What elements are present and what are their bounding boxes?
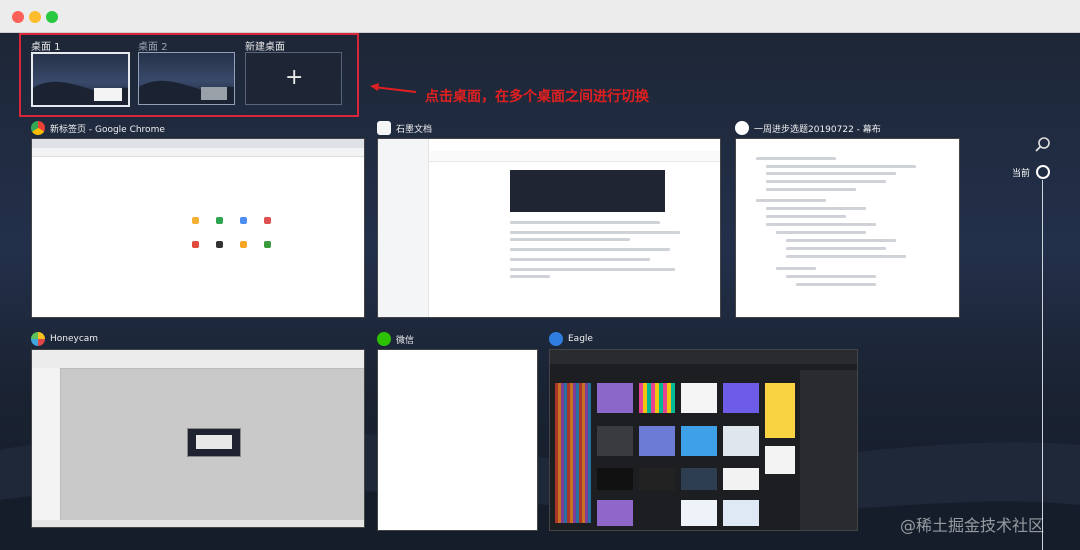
- window-label-chrome: 新标签页 - Google Chrome: [31, 121, 165, 135]
- new-desktop-label: 新建桌面: [245, 42, 285, 53]
- close-window-button[interactable]: [12, 11, 24, 23]
- window-label-mubu: 一周进步选题20190722 - 幕布: [735, 121, 881, 135]
- wechat-icon: [377, 332, 391, 346]
- window-thumbnail-honeycam[interactable]: [31, 349, 365, 528]
- honeycam-icon: [31, 332, 45, 346]
- shimo-toolbar: [429, 151, 720, 162]
- new-desktop-button[interactable]: +: [245, 52, 342, 105]
- desktop-1-label: 桌面 1: [31, 42, 61, 53]
- zoom-window-button[interactable]: [46, 11, 58, 23]
- desktop-2-label: 桌面 2: [138, 42, 168, 53]
- chrome-icon: [31, 121, 45, 135]
- chrome-tabbar: [32, 139, 364, 148]
- chrome-bookmarks: [32, 148, 364, 157]
- eagle-inspector: [800, 370, 857, 530]
- honeycam-preview: [187, 428, 241, 457]
- window-label-eagle: Eagle: [549, 332, 593, 346]
- eagle-toolbar: [550, 350, 857, 364]
- desktop-1-wallpaper: [33, 81, 128, 105]
- window-thumbnail-eagle[interactable]: [549, 349, 858, 531]
- window-thumbnail-shimo[interactable]: [377, 138, 721, 318]
- timeline-track: [1042, 180, 1043, 550]
- honeycam-toolbar: [32, 350, 364, 369]
- timeline-current-label: 当前: [1012, 169, 1031, 179]
- eagle-image-strip: [555, 383, 591, 523]
- desktop-2-wallpaper: [139, 80, 234, 104]
- window-title-eagle: Eagle: [568, 334, 593, 344]
- honeycam-timeline: [32, 520, 364, 527]
- window-title-shimo: 石墨文档: [396, 124, 433, 135]
- shimo-icon: [377, 121, 391, 135]
- watermark-text: @稀土掘金技术社区: [900, 516, 1045, 535]
- window-label-wechat: 微信: [377, 332, 414, 346]
- minimize-window-button[interactable]: [29, 11, 41, 23]
- window-thumbnail-mubu[interactable]: [735, 138, 960, 318]
- window-title-honeycam: Honeycam: [50, 334, 99, 344]
- shimo-embedded-image: [510, 170, 665, 212]
- plus-icon: +: [285, 65, 304, 90]
- honeycam-frame-list: [32, 368, 61, 520]
- search-icon[interactable]: [1034, 136, 1052, 154]
- window-title-wechat: 微信: [396, 335, 415, 346]
- window-thumbnail-chrome[interactable]: [31, 138, 365, 318]
- mubu-icon: [735, 121, 749, 135]
- window-title-chrome: 新标签页 - Google Chrome: [50, 124, 165, 135]
- shimo-sidebar: [378, 139, 429, 317]
- window-label-honeycam: Honeycam: [31, 332, 98, 346]
- desktop-2-thumbnail[interactable]: [138, 52, 235, 105]
- window-thumbnail-wechat[interactable]: [377, 349, 538, 531]
- eagle-icon: [549, 332, 563, 346]
- window-title-bar: [0, 0, 1080, 33]
- annotation-text: 点击桌面，在多个桌面之间进行切换: [425, 89, 649, 105]
- window-title-mubu: 一周进步选题20190722 - 幕布: [754, 124, 881, 135]
- timeline-current-marker[interactable]: [1036, 165, 1050, 179]
- desktop-1-thumbnail[interactable]: [31, 52, 130, 107]
- window-label-shimo: 石墨文档: [377, 121, 432, 135]
- annotation-arrow-icon: [370, 83, 417, 93]
